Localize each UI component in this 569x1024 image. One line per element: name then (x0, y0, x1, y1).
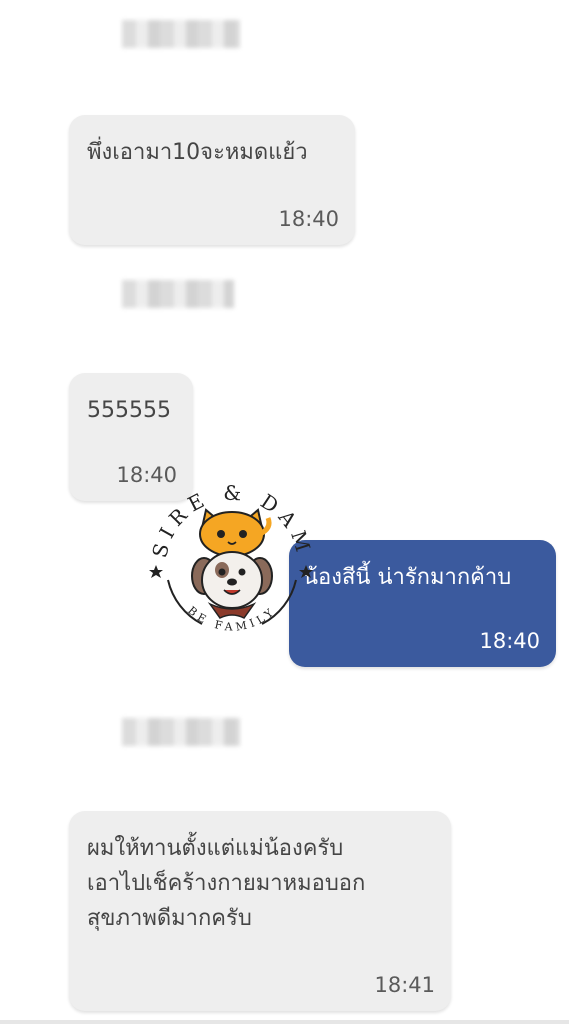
message-time: 18:41 (374, 973, 435, 997)
message-time: 18:40 (278, 207, 339, 231)
sender-name-blurred (122, 280, 234, 308)
message-bubble-incoming[interactable]: พึ่งเอามา10จะหมดแย้ว 18:40 (69, 115, 355, 245)
sire-dam-logo-watermark: SIRE & DAM BE FAMILY (147, 481, 313, 634)
star-icon (299, 565, 313, 578)
message-time: 18:40 (479, 629, 540, 653)
message-text: น้องสีนี้ น่ารักมากค้าบ (303, 565, 512, 590)
message-text: 555555 (87, 398, 171, 423)
message-text: พึ่งเอามา10จะหมดแย้ว (87, 140, 308, 165)
sender-name-blurred (122, 20, 240, 48)
message-text: ผมให้ทานตั้งแต่แม่น้องครับ เอาไปเช็คร้าง… (87, 836, 366, 931)
divider (0, 1020, 569, 1024)
message-bubble-incoming[interactable]: ผมให้ทานตั้งแต่แม่น้องครับ เอาไปเช็คร้าง… (69, 811, 451, 1011)
sender-name-blurred (122, 718, 240, 746)
dog-illustration (191, 551, 273, 619)
cat-illustration (199, 508, 272, 557)
message-bubble-outgoing[interactable]: น้องสีนี้ น่ารักมากค้าบ 18:40 (289, 540, 556, 667)
star-icon (149, 565, 163, 578)
